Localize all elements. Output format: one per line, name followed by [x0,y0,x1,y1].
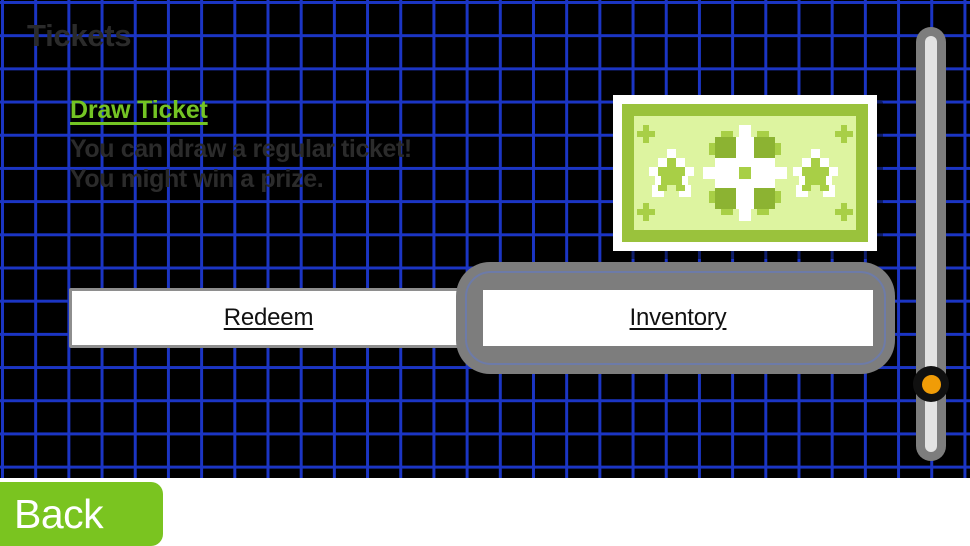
scrollbar-thumb[interactable] [913,366,949,402]
page-title: Tickets [27,18,132,53]
back-button[interactable]: Back [0,482,163,546]
ticket-info-block: Draw Ticket You can draw a regular ticke… [70,96,460,195]
ticket-artwork [613,95,883,259]
vertical-scrollbar[interactable] [913,27,949,461]
ticket-artwork-image [613,95,877,251]
inventory-button[interactable]: Inventory [483,290,873,346]
game-screen: Tickets Draw Ticket You can draw a regul… [0,0,970,546]
draw-ticket-description: You can draw a regular ticket! You might… [70,134,412,194]
redeem-button-label: Redeem [223,304,314,331]
grid-background-panel: Tickets Draw Ticket You can draw a regul… [0,0,970,478]
redeem-button[interactable]: Redeem [69,288,468,348]
draw-ticket-link[interactable]: Draw Ticket [70,96,208,125]
back-button-label: Back [14,490,104,537]
inventory-button-label: Inventory [629,304,727,331]
